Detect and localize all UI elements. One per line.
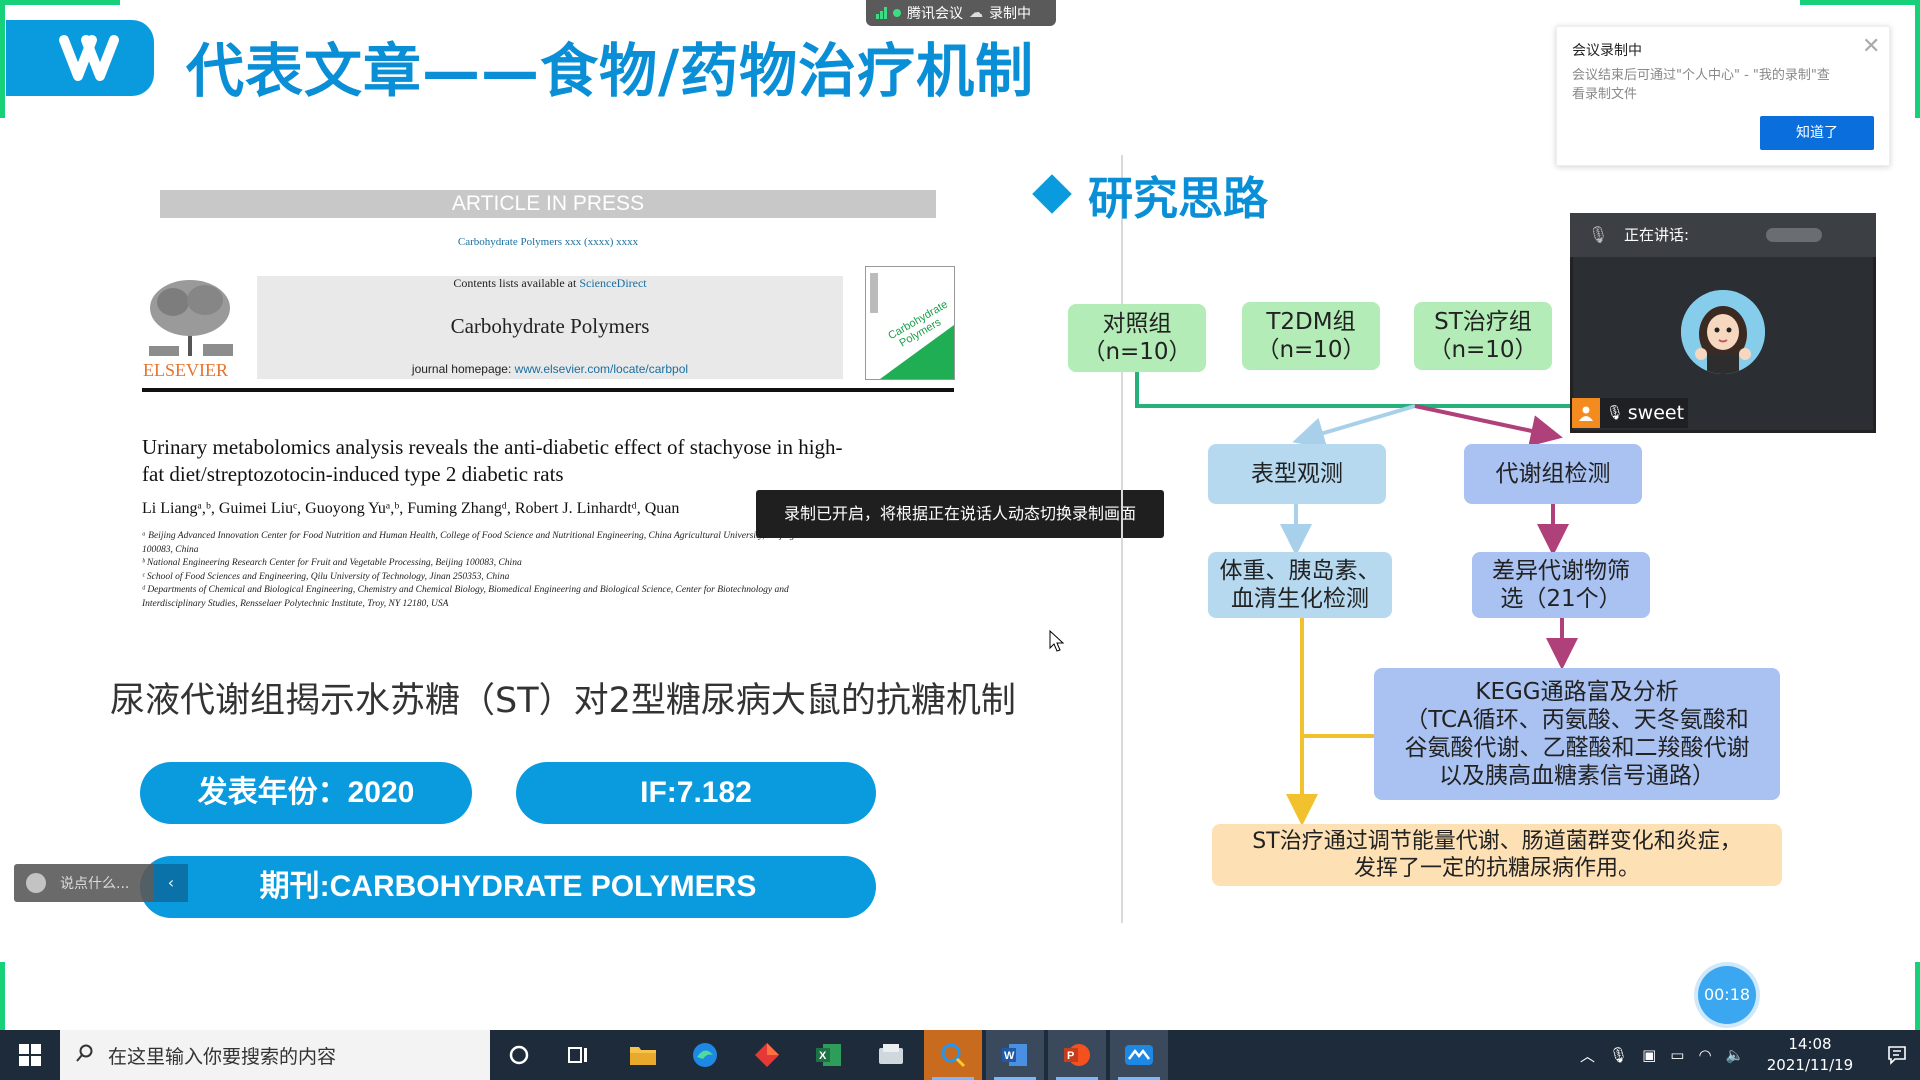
flow-text: 体重、胰岛素、 <box>1219 558 1381 584</box>
close-icon[interactable]: ✕ <box>1862 34 1880 59</box>
participant-name-tag: 🎙 sweet <box>1572 398 1688 428</box>
notifications-icon <box>1888 1046 1906 1065</box>
flow-text: 差异代谢物筛 <box>1492 558 1630 584</box>
powerpoint-button[interactable]: P <box>1048 1030 1106 1080</box>
mic-icon: 🎙 <box>1606 405 1624 421</box>
flow-st-group: ST治疗组 （n=10） <box>1414 302 1552 370</box>
screenshot-app-button[interactable] <box>862 1030 920 1080</box>
flow-text: T2DM组 <box>1266 309 1356 335</box>
flow-text: KEGG通路富及分析 <box>1475 679 1679 705</box>
folder-icon <box>630 1047 656 1065</box>
task-view-button[interactable] <box>550 1030 608 1080</box>
recording-timer[interactable]: 00:18 <box>1698 966 1756 1024</box>
microphone-icon: 🎙 <box>1588 225 1609 244</box>
taskbar-clock[interactable]: 14:08 2021/11/19 <box>1748 1034 1872 1076</box>
flow-phenotype: 表型观测 <box>1208 444 1386 504</box>
participant-name: sweet <box>1627 402 1685 424</box>
flow-text: 选（21个） <box>1500 586 1622 612</box>
tencent-meeting-button[interactable] <box>924 1030 982 1080</box>
svg-text:W: W <box>1004 1050 1015 1062</box>
edge-icon <box>693 1043 717 1067</box>
clock-time: 14:08 <box>1788 1035 1832 1053</box>
flow-text: ST治疗通过调节能量代谢、肠道菌群变化和炎症， <box>1252 829 1742 854</box>
mouse-cursor-icon <box>1049 630 1065 652</box>
notification-body: 会议结束后可通过"个人中心" - "我的录制"查看录制文件 <box>1572 68 1830 102</box>
person-icon <box>1579 406 1593 421</box>
flow-t2dm-group: T2DM组 （n=10） <box>1242 302 1380 370</box>
flow-kegg-analysis: KEGG通路富及分析 （TCA循环、丙氨酸、天冬氨酸和 谷氨酸代谢、乙醛酸和二羧… <box>1374 668 1780 800</box>
cortana-button[interactable] <box>490 1030 548 1080</box>
flow-text: 发挥了一定的抗糖尿病作用。 <box>1353 856 1640 881</box>
flow-text: （n=10） <box>1256 337 1366 363</box>
participant-avatar <box>1681 290 1765 374</box>
host-icon <box>1572 398 1600 428</box>
notification-title: 会议录制中 <box>1572 43 1642 59</box>
flow-diff-metabolites: 差异代谢物筛 选（21个） <box>1472 552 1650 618</box>
taskbar-search-box[interactable]: 在这里输入你要搜索的内容 <box>60 1030 490 1080</box>
flow-text: 以及胰高血糖素信号通路） <box>1439 763 1715 789</box>
word-icon: W <box>1002 1044 1027 1066</box>
show-hidden-icons-chevron-icon[interactable]: ︿ <box>1580 1045 1595 1066</box>
cortana-icon <box>509 1045 529 1065</box>
scanner-app-icon <box>879 1044 903 1064</box>
battery-icon[interactable]: ▭ <box>1670 1046 1684 1064</box>
volume-icon[interactable]: 🔈 <box>1726 1046 1745 1064</box>
tencent-meeting-icon <box>1125 1045 1153 1065</box>
search-placeholder: 在这里输入你要搜索的内容 <box>108 1045 337 1068</box>
flow-text: （TCA循环、丙氨酸、天冬氨酸和 <box>1405 707 1749 733</box>
powerpoint-icon: P <box>1064 1044 1090 1066</box>
windows-icon <box>19 1044 41 1066</box>
flow-text: （n=10） <box>1082 339 1192 365</box>
flow-text: 谷氨酸代谢、乙醛酸和二羧酸代谢 <box>1404 735 1750 761</box>
flow-control-group: 对照组 （n=10） <box>1068 304 1206 372</box>
speaking-label: 正在讲话: <box>1624 226 1690 244</box>
meeting-app-button[interactable] <box>1110 1030 1168 1080</box>
search-icon <box>76 1044 94 1067</box>
task-view-icon <box>568 1047 587 1063</box>
red-diamond-app-icon <box>755 1043 779 1067</box>
file-explorer-button[interactable] <box>614 1030 672 1080</box>
system-tray: ︿ 🎙 ▣ ▭ ◠ 🔈 <box>1580 1030 1744 1080</box>
speaking-bar: 🎙 正在讲话: <box>1570 213 1876 257</box>
speaker-name-blurred <box>1766 228 1822 242</box>
start-button[interactable] <box>0 1030 60 1080</box>
search-circle-app-icon <box>941 1043 966 1068</box>
display-icon[interactable]: ▣ <box>1642 1046 1656 1064</box>
flow-text: 血清生化检测 <box>1231 586 1369 612</box>
svg-text:P: P <box>1067 1050 1074 1062</box>
flow-text: 对照组 <box>1102 311 1172 337</box>
got-it-button[interactable]: 知道了 <box>1760 116 1874 150</box>
svg-text:X: X <box>819 1050 827 1062</box>
avatar-illustration <box>1681 290 1765 374</box>
flow-conclusion: ST治疗通过调节能量代谢、肠道菌群变化和炎症， 发挥了一定的抗糖尿病作用。 <box>1212 824 1782 886</box>
flow-text: （n=10） <box>1428 337 1538 363</box>
clock-date: 2021/11/19 <box>1766 1056 1854 1074</box>
excel-button[interactable]: X <box>800 1030 858 1080</box>
flow-phenotype-detail: 体重、胰岛素、 血清生化检测 <box>1208 552 1392 618</box>
wifi-icon[interactable]: ◠ <box>1698 1046 1711 1064</box>
action-center-button[interactable] <box>1874 1030 1920 1080</box>
flow-metabolome: 代谢组检测 <box>1464 444 1642 504</box>
edge-browser-button[interactable] <box>676 1030 734 1080</box>
excel-icon: X <box>816 1044 841 1066</box>
word-button[interactable]: W <box>986 1030 1044 1080</box>
app-red-button[interactable] <box>738 1030 796 1080</box>
microphone-tray-icon[interactable]: 🎙 <box>1609 1046 1628 1064</box>
flow-text: ST治疗组 <box>1434 309 1532 335</box>
